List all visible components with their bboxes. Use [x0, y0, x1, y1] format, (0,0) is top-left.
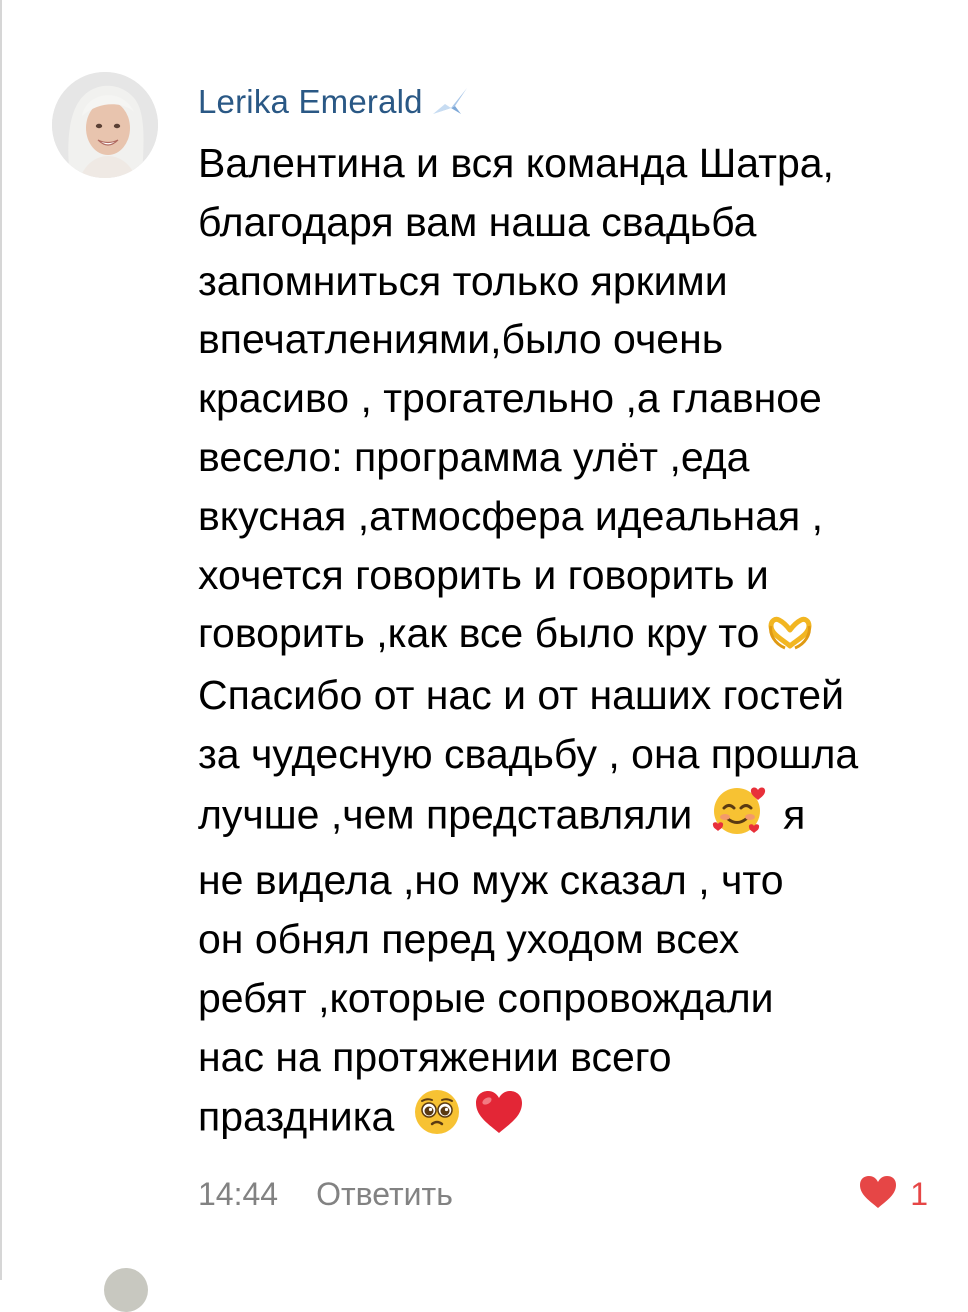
like-button[interactable]: 1: [858, 1174, 928, 1215]
comment-line: Спасибо от нас и от наших гостей: [198, 671, 844, 718]
comment-line-with-emoji: говорить ,как все было кру то: [198, 604, 938, 666]
smiling-face-with-hearts-emoji: [710, 784, 766, 852]
avatar-photo: [52, 72, 158, 178]
pleading-face-emoji: [412, 1087, 462, 1153]
comment-line-text: говорить ,как все было кру то: [198, 610, 760, 657]
comment-line: благодаря вам наша свадьба: [198, 198, 757, 245]
comment-time: 14:44: [198, 1175, 279, 1212]
comment-line: хочется говорить и говорить и: [198, 551, 769, 598]
red-heart-emoji: [474, 1089, 524, 1151]
comment-line: не видела ,но муж сказал , что: [198, 857, 784, 904]
author-row: Lerika Emerald: [198, 80, 471, 124]
comment-line-text: я: [783, 791, 806, 838]
reply-button[interactable]: Ответить: [316, 1176, 453, 1213]
heart-hands-emoji: [765, 607, 815, 666]
author-name[interactable]: Lerika Emerald: [198, 83, 423, 121]
comment-line-with-emoji: лучше ,чем представляли я: [198, 784, 938, 852]
comment-line: весело: программа улёт ,еда: [198, 433, 750, 480]
comment-line: ребят ,которые сопровождали: [198, 974, 774, 1021]
origami-crane-icon: [431, 84, 471, 120]
comment-line: вкусная ,атмосфера идеальная ,: [198, 492, 823, 539]
comment-line-with-emoji: праздника: [198, 1087, 938, 1153]
comment-line: за чудесную свадьбу , она прошла: [198, 730, 859, 777]
like-count: 1: [910, 1175, 928, 1212]
comment-line-text: лучше ,чем представляли: [198, 791, 693, 838]
comment-line: красиво , трогательно ,а главное: [198, 375, 822, 422]
comment-line: запомниться только яркими: [198, 257, 728, 304]
left-edge-divider: [0, 0, 2, 1280]
comment-line-text: праздника: [198, 1093, 395, 1140]
comment-text: Валентина и вся команда Шатра, благодаря…: [198, 134, 938, 1152]
comment-footer: 14:44 Ответить 1: [198, 1168, 928, 1220]
comment-line: нас на протяжении всего: [198, 1033, 672, 1080]
next-comment-avatar[interactable]: [104, 1268, 148, 1312]
heart-icon: [858, 1174, 898, 1215]
comment-line: впечатлениями,было очень: [198, 316, 724, 363]
avatar[interactable]: [52, 72, 158, 178]
comment-line: Валентина и вся команда Шатра,: [198, 140, 834, 186]
comment-line: он обнял перед уходом всех: [198, 916, 740, 963]
